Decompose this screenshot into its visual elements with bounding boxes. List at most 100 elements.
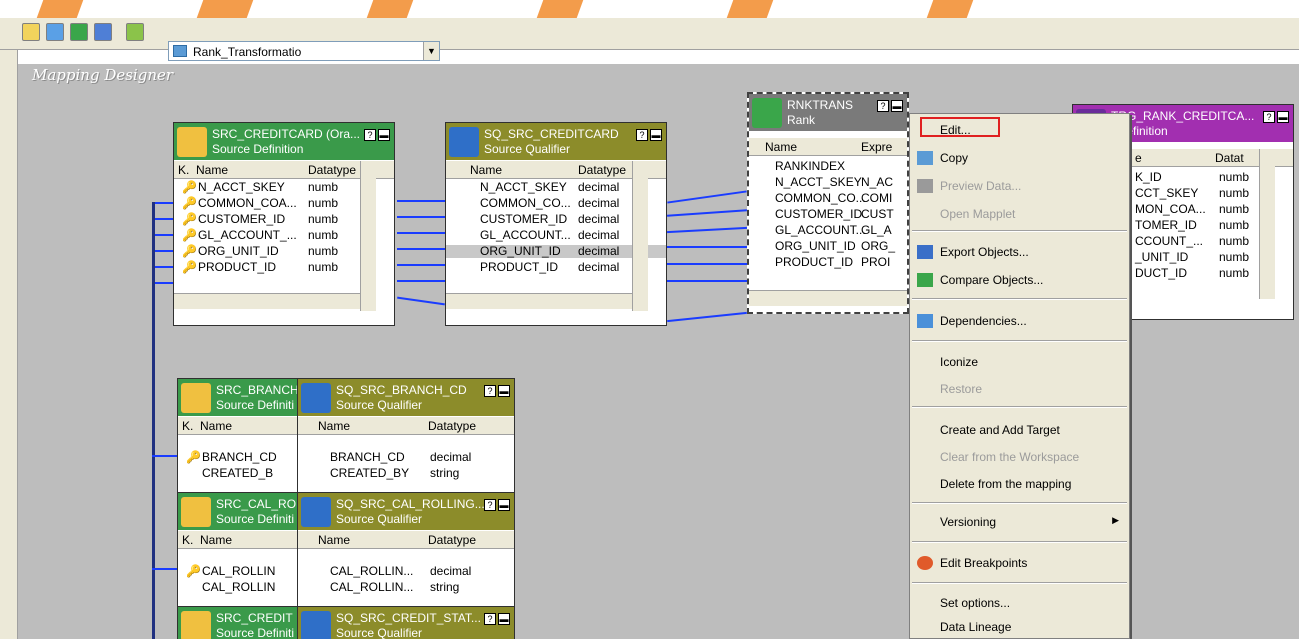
- table-row[interactable]: RANKINDEX: [749, 160, 907, 173]
- vertical-scrollbar[interactable]: [360, 161, 376, 311]
- menu-separator: [912, 340, 1127, 342]
- table-row[interactable]: N_ACCT_SKEY N_AC: [749, 176, 907, 189]
- table-row[interactable]: COMMON_CO... COMI: [749, 192, 907, 205]
- src-branch-table[interactable]: SRC_BRANCH Source Definiti K. Name 🔑 BRAN…: [177, 378, 299, 493]
- table-row[interactable]: 🔑 BRANCH_CD: [178, 451, 298, 464]
- menu-item-copy[interactable]: Copy: [910, 147, 1129, 169]
- minimize-icon[interactable]: ▬: [498, 499, 510, 511]
- table-row[interactable]: PRODUCT_ID PROI: [749, 256, 907, 269]
- menu-item-delete-from-mapping[interactable]: Delete from the mapping: [910, 473, 1129, 495]
- menu-item-clear-workspace[interactable]: Clear from the Workspace: [910, 446, 1129, 468]
- menu-item-open-mapplet[interactable]: Open Mapplet: [910, 203, 1129, 225]
- header-decoration: [536, 0, 584, 18]
- vertical-scrollbar[interactable]: [1259, 149, 1275, 299]
- menu-item-export-objects[interactable]: Export Objects...: [910, 241, 1129, 263]
- minimize-icon[interactable]: ▬: [378, 129, 390, 141]
- rnktrans-table[interactable]: RNKTRANS Rank ? ▬ Name Expre RANKINDEX N_…: [747, 92, 909, 314]
- help-icon[interactable]: ?: [484, 499, 496, 511]
- table-row[interactable]: CREATED_B: [178, 467, 298, 480]
- sq-src-branch-table[interactable]: SQ_SRC_BRANCH_CD Source Qualifier ? ▬ Nam…: [297, 378, 515, 493]
- mapping-select-value: Rank_Transformatio: [193, 45, 302, 59]
- menu-item-versioning[interactable]: Versioning ▶: [910, 511, 1129, 533]
- connect-icon[interactable]: [126, 23, 144, 41]
- minimize-icon[interactable]: ▬: [891, 100, 903, 112]
- column-header: Name Datatype: [298, 531, 514, 549]
- table-subtitle: Source Qualifier: [336, 398, 423, 412]
- table-row[interactable]: GL_ACCOUNT... GL_A: [749, 224, 907, 237]
- sq-src-credit-stat-table[interactable]: SQ_SRC_CREDIT_STAT... Source Qualifier ?…: [297, 606, 515, 639]
- menu-separator: [912, 582, 1127, 584]
- horizontal-scrollbar[interactable]: [174, 293, 360, 309]
- mapping-icon: [173, 45, 187, 57]
- help-icon[interactable]: ?: [636, 129, 648, 141]
- table-title: RNKTRANS: [787, 98, 854, 112]
- save-icon[interactable]: [70, 23, 88, 41]
- arrange-icon[interactable]: [46, 23, 64, 41]
- src-credit-stat-table[interactable]: SRC_CREDIT Source Definiti: [177, 606, 299, 639]
- vertical-scrollbar[interactable]: [632, 161, 648, 311]
- table-header: SQ_SRC_CAL_ROLLING... Source Qualifier ?…: [298, 493, 514, 530]
- toolbar: Rank_Transformatio ▼: [0, 18, 1299, 61]
- src-creditcard-table[interactable]: SRC_CREDITCARD (Ora... Source Definition…: [173, 122, 395, 326]
- menu-item-set-options[interactable]: Set options...: [910, 592, 1129, 614]
- table-header: SRC_BRANCH Source Definiti: [178, 379, 298, 416]
- table-icon[interactable]: [94, 23, 112, 41]
- source-qualifier-icon: [449, 127, 479, 157]
- key-icon: 🔑: [182, 228, 197, 242]
- source-definition-icon: [177, 127, 207, 157]
- help-icon[interactable]: ?: [484, 385, 496, 397]
- left-panel-edge: [0, 50, 18, 639]
- table-header: SQ_SRC_CREDIT_STAT... Source Qualifier ?…: [298, 607, 514, 639]
- table-row[interactable]: CAL_ROLLIN... string: [298, 581, 514, 594]
- table-row[interactable]: CAL_ROLLIN... decimal: [298, 565, 514, 578]
- table-title: TRG_RANK_CREDITCA...: [1111, 109, 1255, 123]
- col-name: Name: [765, 140, 798, 154]
- menu-item-restore[interactable]: Restore: [910, 378, 1129, 400]
- table-subtitle: Source Qualifier: [336, 626, 423, 639]
- minimize-icon[interactable]: ▬: [498, 613, 510, 625]
- help-icon[interactable]: ?: [877, 100, 889, 112]
- mapping-select[interactable]: Rank_Transformatio ▼: [168, 41, 440, 61]
- table-subtitle: Rank: [787, 113, 816, 127]
- table-header: RNKTRANS Rank ? ▬: [749, 94, 907, 131]
- menu-separator: [912, 541, 1127, 543]
- zoom-icon[interactable]: [22, 23, 40, 41]
- menu-item-edit[interactable]: Edit...: [910, 119, 1129, 141]
- table-row[interactable]: BRANCH_CD decimal: [298, 451, 514, 464]
- help-icon[interactable]: ?: [1263, 111, 1275, 123]
- table-title: SRC_CAL_RO: [216, 497, 297, 511]
- menu-item-preview-data[interactable]: Preview Data...: [910, 175, 1129, 197]
- source-definition-icon: [181, 611, 211, 639]
- key-icon: 🔑: [182, 196, 197, 210]
- table-title: SRC_CREDITCARD (Ora...: [212, 127, 361, 141]
- horizontal-scrollbar[interactable]: [446, 293, 632, 309]
- table-row[interactable]: CAL_ROLLIN: [178, 581, 298, 594]
- chevron-down-icon[interactable]: ▼: [423, 42, 439, 60]
- menu-item-dependencies[interactable]: Dependencies...: [910, 310, 1129, 332]
- sq-src-cal-table[interactable]: SQ_SRC_CAL_ROLLING... Source Qualifier ?…: [297, 492, 515, 607]
- table-row[interactable]: 🔑 CAL_ROLLIN: [178, 565, 298, 578]
- help-icon[interactable]: ?: [484, 613, 496, 625]
- minimize-icon[interactable]: ▬: [1277, 111, 1289, 123]
- table-title: SQ_SRC_CREDIT_STAT...: [336, 611, 481, 625]
- table-row[interactable]: CUSTOMER_ID CUST: [749, 208, 907, 221]
- col-key: K.: [178, 163, 190, 177]
- minimize-icon[interactable]: ▬: [498, 385, 510, 397]
- src-cal-table[interactable]: SRC_CAL_RO Source Definiti K. Name 🔑 CAL_…: [177, 492, 299, 607]
- column-header: K. Name: [178, 531, 298, 549]
- horizontal-scrollbar[interactable]: [749, 290, 907, 306]
- sq-src-creditcard-table[interactable]: SQ_SRC_CREDITCARD Source Qualifier ? ▬ Na…: [445, 122, 667, 326]
- menu-item-edit-breakpoints[interactable]: Edit Breakpoints: [910, 552, 1129, 574]
- menu-item-iconize[interactable]: Iconize: [910, 351, 1129, 373]
- minimize-icon[interactable]: ▬: [650, 129, 662, 141]
- table-row[interactable]: CREATED_BY string: [298, 467, 514, 480]
- rank-icon: [752, 98, 782, 128]
- source-qualifier-icon: [301, 611, 331, 639]
- table-title: SQ_SRC_CREDITCARD: [484, 127, 619, 141]
- menu-item-compare-objects[interactable]: Compare Objects...: [910, 269, 1129, 291]
- menu-item-data-lineage[interactable]: Data Lineage: [910, 616, 1129, 638]
- help-icon[interactable]: ?: [364, 129, 376, 141]
- menu-separator: [912, 406, 1127, 408]
- table-row[interactable]: ORG_UNIT_ID ORG_: [749, 240, 907, 253]
- menu-item-create-add-target[interactable]: Create and Add Target: [910, 419, 1129, 441]
